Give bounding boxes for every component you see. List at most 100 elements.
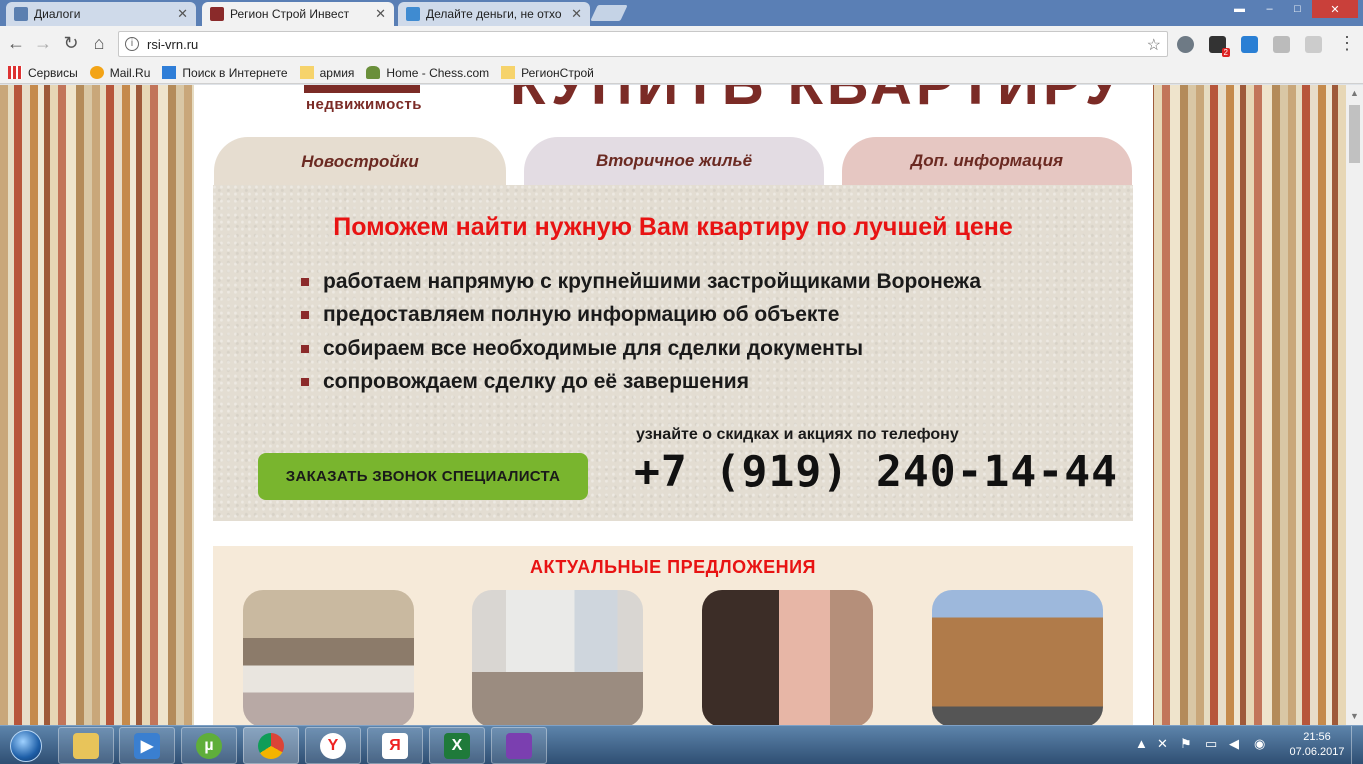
tray-network-x-icon[interactable]: ✕	[1157, 736, 1168, 752]
tab-label: Новостройки	[301, 152, 419, 171]
show-desktop-button[interactable]	[1351, 726, 1363, 764]
taskbar-excel[interactable]: X	[429, 727, 485, 764]
mailru-icon	[89, 66, 104, 79]
page-scrollbar[interactable]: ▲ ▼	[1346, 85, 1363, 725]
bookmark-search[interactable]: Поиск в Интернете	[162, 65, 288, 80]
extension-mail-icon[interactable]	[1241, 36, 1258, 53]
offers-title: АКТУАЛЬНЫЕ ПРЕДЛОЖЕНИЯ	[529, 557, 816, 577]
tab-title: Диалоги	[34, 7, 81, 21]
offers-section: АКТУАЛЬНЫЕ ПРЕДЛОЖЕНИЯ	[213, 546, 1133, 725]
user-icon[interactable]: ▬	[1226, 0, 1253, 18]
page-content: недвижимость КУПИТЬ КВАРТИРУ Новостройки…	[194, 85, 1153, 725]
feature-text: предоставляем полную информацию об объек…	[323, 303, 840, 327]
search-icon	[162, 66, 177, 79]
tray-expand-icon[interactable]: ▲	[1135, 736, 1148, 751]
taskbar-yandex-browser[interactable]: Y	[305, 727, 361, 764]
tab-make-money[interactable]: Делайте деньги, не отхо ✕	[398, 2, 590, 26]
list-item: собираем все необходимые для сделки доку…	[301, 332, 981, 366]
extension-gray-icon[interactable]	[1305, 36, 1322, 53]
bookmark-regionstroy[interactable]: РегионСтрой	[501, 66, 594, 80]
list-item: работаем напрямую с крупнейшими застройщ…	[301, 265, 981, 299]
page-header-title: КУПИТЬ КВАРТИРУ	[510, 85, 1125, 118]
bookmark-star-icon[interactable]: ☆	[1147, 35, 1161, 55]
tab-new-buildings[interactable]: Новостройки	[214, 137, 506, 187]
tray-volume-icon[interactable]: ◀	[1229, 736, 1239, 752]
scroll-thumb[interactable]	[1349, 105, 1360, 163]
tab-dialogs[interactable]: Диалоги ✕	[6, 2, 196, 26]
windows-logo-icon	[10, 730, 42, 762]
menu-icon[interactable]: ⋮	[1336, 33, 1358, 54]
minimize-icon[interactable]: –	[1256, 0, 1283, 18]
url-text: rsi-vrn.ru	[147, 37, 199, 52]
close-icon[interactable]: ✕	[571, 6, 582, 22]
feature-text: собираем все необходимые для сделки доку…	[323, 336, 864, 360]
close-icon[interactable]: ✕	[375, 6, 386, 22]
scroll-up-icon[interactable]: ▲	[1346, 85, 1363, 102]
close-icon[interactable]: ✕	[177, 6, 188, 22]
taskbar-chrome[interactable]	[243, 727, 299, 764]
bullet-icon	[301, 378, 309, 387]
extension-badge-count: 2	[1221, 48, 1230, 57]
feature-text: сопровождаем сделку до её завершения	[323, 370, 749, 394]
page-background: недвижимость КУПИТЬ КВАРТИРУ Новостройки…	[0, 85, 1363, 725]
start-button[interactable]	[2, 727, 50, 764]
tab-secondary-housing[interactable]: Вторичное жильё	[524, 137, 824, 185]
offer-photo-empty-room[interactable]	[472, 590, 643, 725]
clock-date: 07.06.2017	[1289, 746, 1345, 758]
back-icon[interactable]: ←	[5, 33, 27, 54]
window-close-icon[interactable]: ✕	[1312, 0, 1358, 18]
taskbar-clock[interactable]: 21:56 07.06.2017	[1282, 730, 1352, 760]
tray-monitor-icon[interactable]: ▭	[1205, 736, 1217, 752]
bookmark-label: Поиск в Интернете	[182, 65, 288, 80]
feature-text: работаем напрямую с крупнейшими застройщ…	[323, 269, 982, 293]
folder-icon	[73, 732, 99, 759]
panel-headline: Поможем найти нужную Вам квартиру по луч…	[333, 213, 1013, 241]
chrome-icon	[258, 732, 284, 759]
browser-tabstrip: Диалоги ✕ Регион Строй Инвест ✕ Делайте …	[0, 0, 1363, 26]
taskbar-explorer[interactable]	[58, 727, 114, 764]
taskbar-media-player[interactable]: ▶	[119, 727, 175, 764]
maximize-icon[interactable]: □	[1284, 0, 1311, 18]
bullet-icon	[301, 344, 309, 353]
bookmark-mailru[interactable]: Mail.Ru	[89, 65, 151, 80]
bookmark-label: Mail.Ru	[109, 65, 151, 80]
bookmark-chess[interactable]: Home - Chess.com	[366, 66, 489, 80]
tab-additional-info[interactable]: Доп. информация	[842, 137, 1132, 185]
reload-icon[interactable]: ↻	[60, 33, 82, 54]
offer-photo-building[interactable]	[932, 590, 1103, 725]
yandex-icon: Я	[382, 732, 408, 759]
bookmark-services[interactable]: Сервисы	[8, 66, 78, 80]
bookmark-army[interactable]: армия	[299, 66, 354, 80]
offer-photo-bedroom[interactable]	[243, 590, 414, 725]
taskbar-app[interactable]	[491, 727, 547, 764]
extension-ya-icon[interactable]	[1273, 36, 1290, 53]
tray-action-center-icon[interactable]: ◉	[1254, 736, 1265, 752]
tab-label: Вторичное жильё	[595, 151, 753, 170]
address-bar[interactable]: i rsi-vrn.ru ☆	[118, 31, 1168, 57]
taskbar-yandex[interactable]: Я	[367, 727, 423, 764]
taskbar-utorrent[interactable]: µ	[181, 727, 237, 764]
bookmarks-bar: Сервисы Mail.Ru Поиск в Интернете армия …	[0, 62, 1363, 84]
tab-region-stroy[interactable]: Регион Строй Инвест ✕	[202, 2, 394, 26]
phone-note: узнайте о скидках и акциях по телефону	[636, 426, 959, 443]
offer-photo-kitchen[interactable]	[702, 590, 873, 725]
new-tab-button[interactable]	[590, 5, 628, 21]
extension-badge-icon[interactable]: 2	[1209, 36, 1230, 57]
forward-icon[interactable]: →	[32, 33, 54, 54]
bookmark-label: РегионСтрой	[521, 65, 594, 80]
tray-flag-icon[interactable]: ⚑	[1180, 736, 1192, 752]
site-icon	[210, 7, 224, 21]
extension-eye-icon[interactable]	[1177, 36, 1194, 53]
utorrent-icon: µ	[196, 732, 222, 759]
home-icon[interactable]: ⌂	[88, 33, 110, 54]
floor-shape	[472, 672, 643, 725]
logo-mark	[304, 85, 420, 93]
tab-title: Регион Строй Инвест	[230, 7, 350, 21]
info-icon[interactable]: i	[125, 37, 139, 51]
scroll-down-icon[interactable]: ▼	[1346, 708, 1363, 725]
vk-icon	[14, 7, 28, 21]
phone-number[interactable]: +7 (919) 240-14-44	[634, 447, 1118, 497]
list-item: предоставляем полную информацию об объек…	[301, 299, 981, 333]
order-call-button[interactable]: ЗАКАЗАТЬ ЗВОНОК СПЕЦИАЛИСТА	[258, 453, 588, 500]
bookmark-label: Сервисы	[28, 65, 78, 80]
